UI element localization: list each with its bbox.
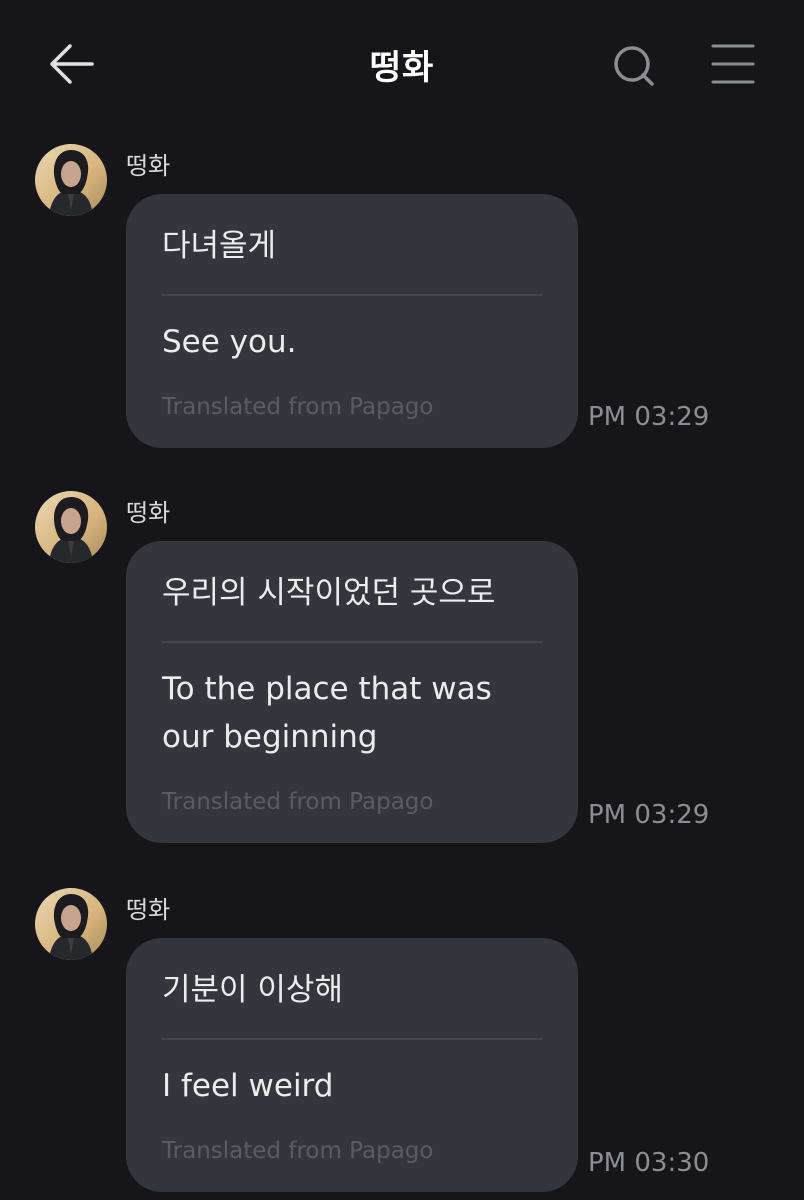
timestamp: PM 03:30 bbox=[588, 1148, 710, 1178]
translation-source: Translated from Papago bbox=[162, 1138, 434, 1164]
message-bubble[interactable]: 다녀올게 See you. Translated from Papago bbox=[126, 194, 578, 448]
translated-text: I feel weird bbox=[162, 1068, 334, 1104]
avatar[interactable] bbox=[35, 144, 107, 216]
avatar[interactable] bbox=[35, 888, 107, 960]
search-button[interactable] bbox=[608, 40, 658, 90]
sender-name: 떵화 bbox=[126, 896, 171, 924]
message-bubble[interactable]: 기분이 이상해 I feel weird Translated from Pap… bbox=[126, 938, 578, 1192]
sender-name: 떵화 bbox=[126, 499, 171, 527]
divider bbox=[162, 294, 542, 296]
original-text: 우리의 시작이었던 곳으로 bbox=[162, 575, 496, 611]
timestamp: PM 03:29 bbox=[588, 800, 710, 830]
avatar[interactable] bbox=[35, 491, 107, 563]
sender-name: 떵화 bbox=[126, 152, 171, 180]
profile-photo bbox=[35, 888, 107, 960]
chat-header: 떵화 bbox=[0, 0, 804, 130]
page-title: 떵화 bbox=[369, 48, 435, 88]
original-text: 기분이 이상해 bbox=[162, 972, 343, 1008]
profile-photo bbox=[35, 144, 107, 216]
translation-source: Translated from Papago bbox=[162, 789, 434, 815]
menu-button[interactable] bbox=[708, 40, 758, 90]
translated-text: To the place that was our beginning bbox=[162, 671, 492, 755]
original-text: 다녀올게 bbox=[162, 228, 277, 264]
translated-text: See you. bbox=[162, 324, 297, 360]
timestamp: PM 03:29 bbox=[588, 402, 710, 432]
search-icon bbox=[614, 46, 654, 86]
profile-photo bbox=[35, 491, 107, 563]
divider bbox=[162, 641, 542, 643]
message-bubble[interactable]: 우리의 시작이었던 곳으로 To the place that was our … bbox=[126, 541, 578, 843]
menu-icon bbox=[711, 44, 755, 84]
divider bbox=[162, 1038, 542, 1040]
translation-source: Translated from Papago bbox=[162, 394, 434, 420]
